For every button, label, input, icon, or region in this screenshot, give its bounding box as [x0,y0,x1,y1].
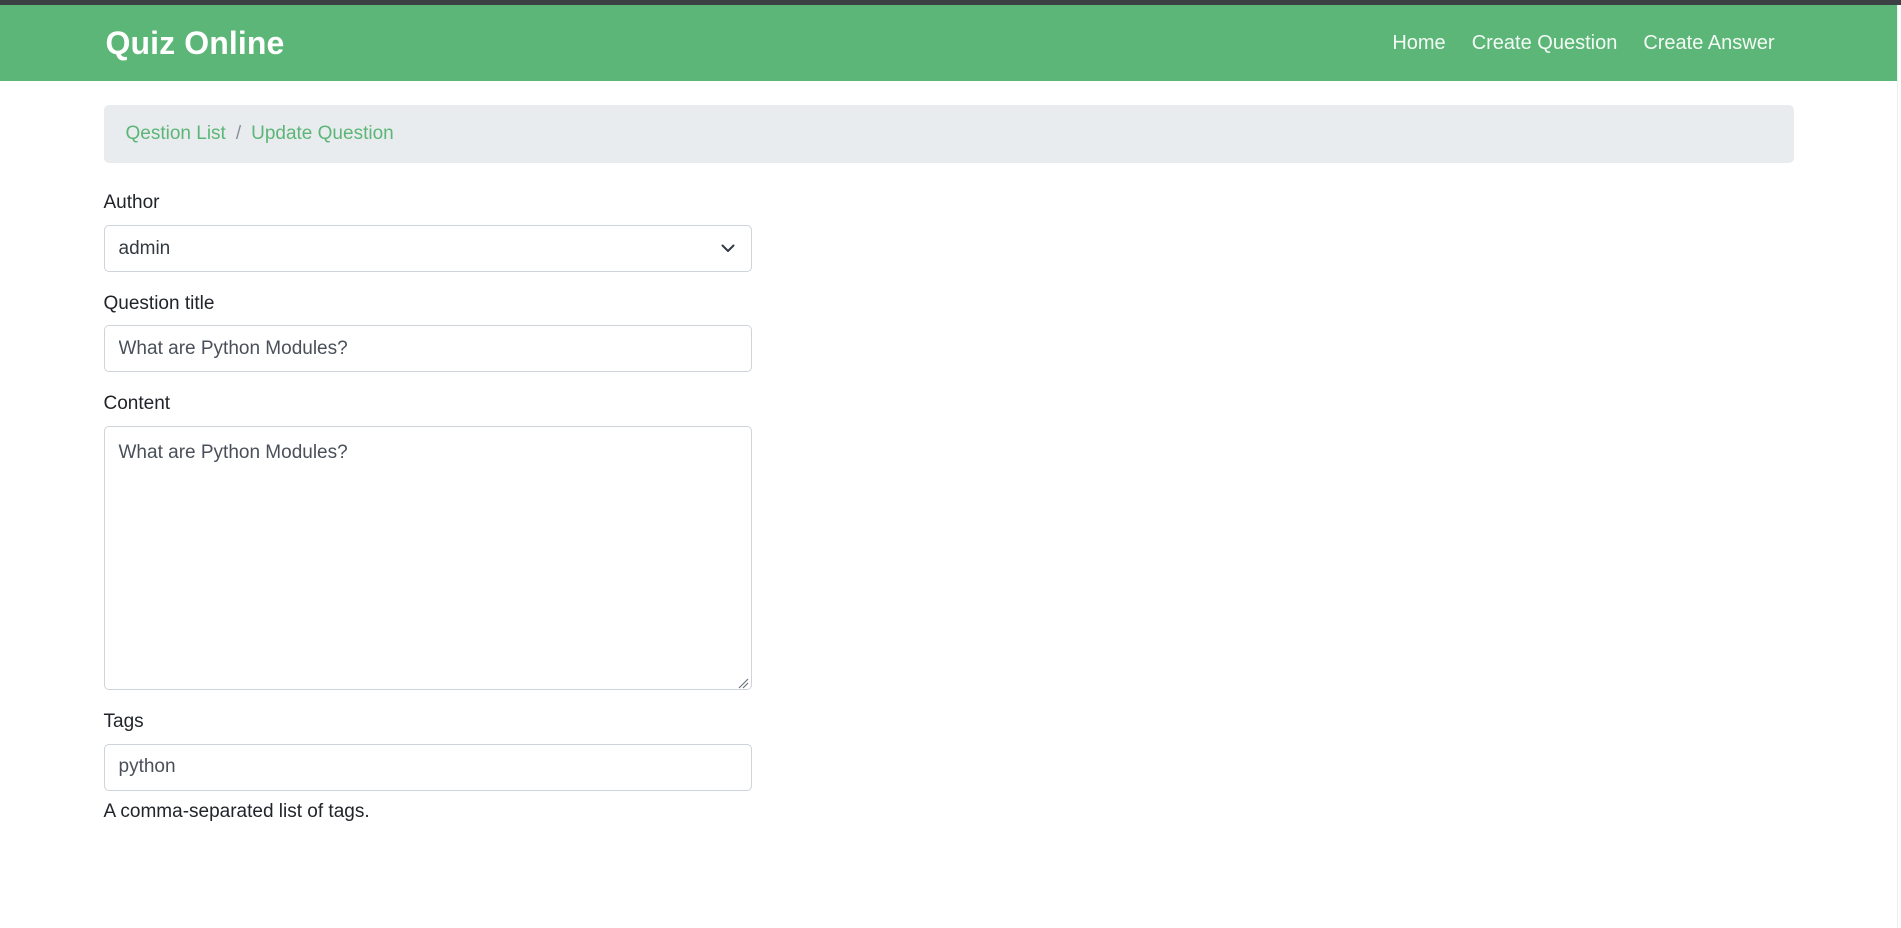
field-group-tags: Tags A comma-separated list of tags. [103,710,1794,824]
author-select-wrap: admin [103,224,752,272]
main-container: Qestion List / Update Question Author ad… [103,81,1794,824]
field-group-question-title: Question title [103,292,1794,373]
breadcrumb-item-question-list[interactable]: Qestion List [126,123,226,145]
content-label: Content [103,393,171,415]
breadcrumb-item-update-question[interactable]: Update Question [251,123,394,145]
breadcrumb-separator: / [235,123,242,144]
spacer-content-tags [104,690,1794,710]
navbar-inner: Quiz Online Home Create Question Create … [104,25,1794,62]
question-title-label: Question title [103,292,215,314]
content-textarea[interactable]: What are Python Modules? [103,426,752,691]
question-title-input[interactable] [103,325,752,373]
navbar-brand[interactable]: Quiz Online [106,25,285,62]
viewport-scrollbar-gutter[interactable] [1897,5,1901,928]
tags-label: Tags [103,711,144,733]
author-label: Author [103,192,160,213]
page-root: Quiz Online Home Create Question Create … [0,5,1897,928]
spacer-title-content [104,372,1794,392]
tags-help-text: A comma-separated list of tags. [103,800,370,822]
breadcrumb: Qestion List / Update Question [103,105,1794,163]
nav-link-create-question[interactable]: Create Question [1459,28,1631,59]
browser-chrome-edge [0,0,1901,5]
field-group-content: Content What are Python Modules? [103,392,1794,691]
nav-link-create-answer[interactable]: Create Answer [1630,28,1787,59]
tags-input[interactable] [103,743,752,791]
author-select[interactable]: admin [103,224,752,272]
navbar: Quiz Online Home Create Question Create … [0,5,1897,81]
content-textarea-wrap: What are Python Modules? [103,426,752,691]
update-question-form: Author admin Question title What are Pyt… [103,191,1794,824]
nav-link-home[interactable]: Home [1379,28,1458,59]
field-group-author: Author admin [103,191,1794,272]
navbar-links: Home Create Question Create Answer [1379,28,1787,59]
spacer-author-title [104,272,1794,292]
